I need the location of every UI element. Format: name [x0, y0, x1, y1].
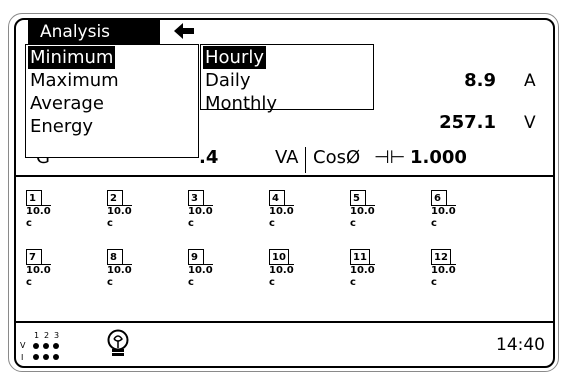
step-cell-4: 4 10.0 c [269, 190, 329, 236]
step-cell-2: 2 10.0 c [107, 190, 167, 236]
clock-time: 14:40 [496, 335, 545, 355]
step-phase: c [107, 277, 113, 288]
step-number: 6 [431, 190, 447, 206]
capacitor-icon: ⊣⊢ [374, 147, 406, 168]
step-cell-7: 7 10.0 c [26, 249, 86, 295]
step-number: 8 [107, 249, 123, 265]
status-bar: V I 1 2 3 14:40 [16, 323, 553, 366]
back-arrow-icon[interactable] [173, 21, 195, 45]
step-cell-5: 5 10.0 c [350, 190, 410, 236]
step-number: 4 [269, 190, 285, 206]
step-phase: c [188, 218, 194, 229]
device-screen: Analysis 8.9 A 257.1 V G .4 VA CosØ ⊣⊢ 1… [14, 18, 555, 368]
step-phase: c [269, 218, 275, 229]
current-dot-2 [43, 354, 49, 360]
menu-item-daily[interactable]: Daily [205, 69, 251, 92]
step-cell-8: 8 10.0 c [107, 249, 167, 295]
phase-label-3: 3 [54, 331, 60, 340]
step-value: 10.0 [431, 264, 456, 276]
step-cell-1: 1 10.0 c [26, 190, 86, 236]
step-value: 10.0 [269, 264, 294, 276]
step-cell-12: 12 10.0 c [431, 249, 491, 295]
step-phase: c [26, 277, 32, 288]
step-number: 10 [269, 249, 289, 265]
voltage-value: 257.1 [439, 112, 496, 133]
menu-item-maximum[interactable]: Maximum [30, 69, 119, 92]
step-cell-9: 9 10.0 c [188, 249, 248, 295]
step-cell-10: 10 10.0 c [269, 249, 329, 295]
apparent-power-value: .4 [199, 147, 219, 168]
voltage-dot-2 [43, 343, 49, 349]
step-number: 12 [431, 249, 451, 265]
current-value: 8.9 [464, 70, 496, 91]
step-phase: c [107, 218, 113, 229]
step-value: 10.0 [107, 205, 132, 217]
step-phase: c [269, 277, 275, 288]
step-value: 10.0 [350, 264, 375, 276]
step-value: 10.0 [431, 205, 456, 217]
step-cell-3: 3 10.0 c [188, 190, 248, 236]
menu-item-minimum[interactable]: Minimum [28, 46, 116, 69]
apparent-power-unit: VA [275, 147, 299, 168]
step-number: 3 [188, 190, 204, 206]
step-phase: c [350, 218, 356, 229]
step-number: 1 [26, 190, 42, 206]
menu-item-hourly[interactable]: Hourly [203, 46, 267, 69]
step-phase: c [431, 277, 437, 288]
current-label: I [21, 353, 24, 362]
voltage-unit: V [524, 113, 536, 133]
voltage-label: V [20, 341, 26, 350]
menu-item-monthly[interactable]: Monthly [205, 92, 277, 115]
step-phase: c [431, 218, 437, 229]
step-value: 10.0 [188, 205, 213, 217]
step-number: 11 [350, 249, 370, 265]
lightbulb-icon [106, 329, 130, 363]
current-dot-1 [33, 354, 39, 360]
step-value: 10.0 [26, 264, 51, 276]
phase-label-2: 2 [44, 331, 50, 340]
voltage-dot-3 [53, 343, 59, 349]
divider [305, 147, 306, 173]
menu-statistic: Minimum Maximum Average Energy [25, 44, 199, 158]
cos-value: 1.000 [410, 147, 467, 168]
step-number: 9 [188, 249, 204, 265]
step-phase: c [350, 277, 356, 288]
step-number: 5 [350, 190, 366, 206]
cos-label: CosØ [313, 147, 361, 168]
phase-label-1: 1 [34, 331, 40, 340]
step-value: 10.0 [188, 264, 213, 276]
step-value: 10.0 [269, 205, 294, 217]
menu-item-energy[interactable]: Energy [30, 115, 93, 138]
step-value: 10.0 [26, 205, 51, 217]
menu-item-average[interactable]: Average [30, 92, 104, 115]
divider [16, 175, 553, 177]
step-cell-11: 11 10.0 c [350, 249, 410, 295]
current-unit: A [524, 71, 536, 91]
step-phase: c [188, 277, 194, 288]
step-value: 10.0 [350, 205, 375, 217]
voltage-dot-1 [33, 343, 39, 349]
step-number: 7 [26, 249, 42, 265]
menu-period: Hourly Daily Monthly [200, 44, 374, 114]
step-number: 2 [107, 190, 123, 206]
screen-title: Analysis [28, 20, 160, 44]
phase-indicator: V I 1 2 3 [20, 331, 74, 366]
title-bar: Analysis [16, 20, 553, 44]
current-dot-3 [53, 354, 59, 360]
step-value: 10.0 [107, 264, 132, 276]
step-cell-6: 6 10.0 c [431, 190, 491, 236]
step-phase: c [26, 218, 32, 229]
